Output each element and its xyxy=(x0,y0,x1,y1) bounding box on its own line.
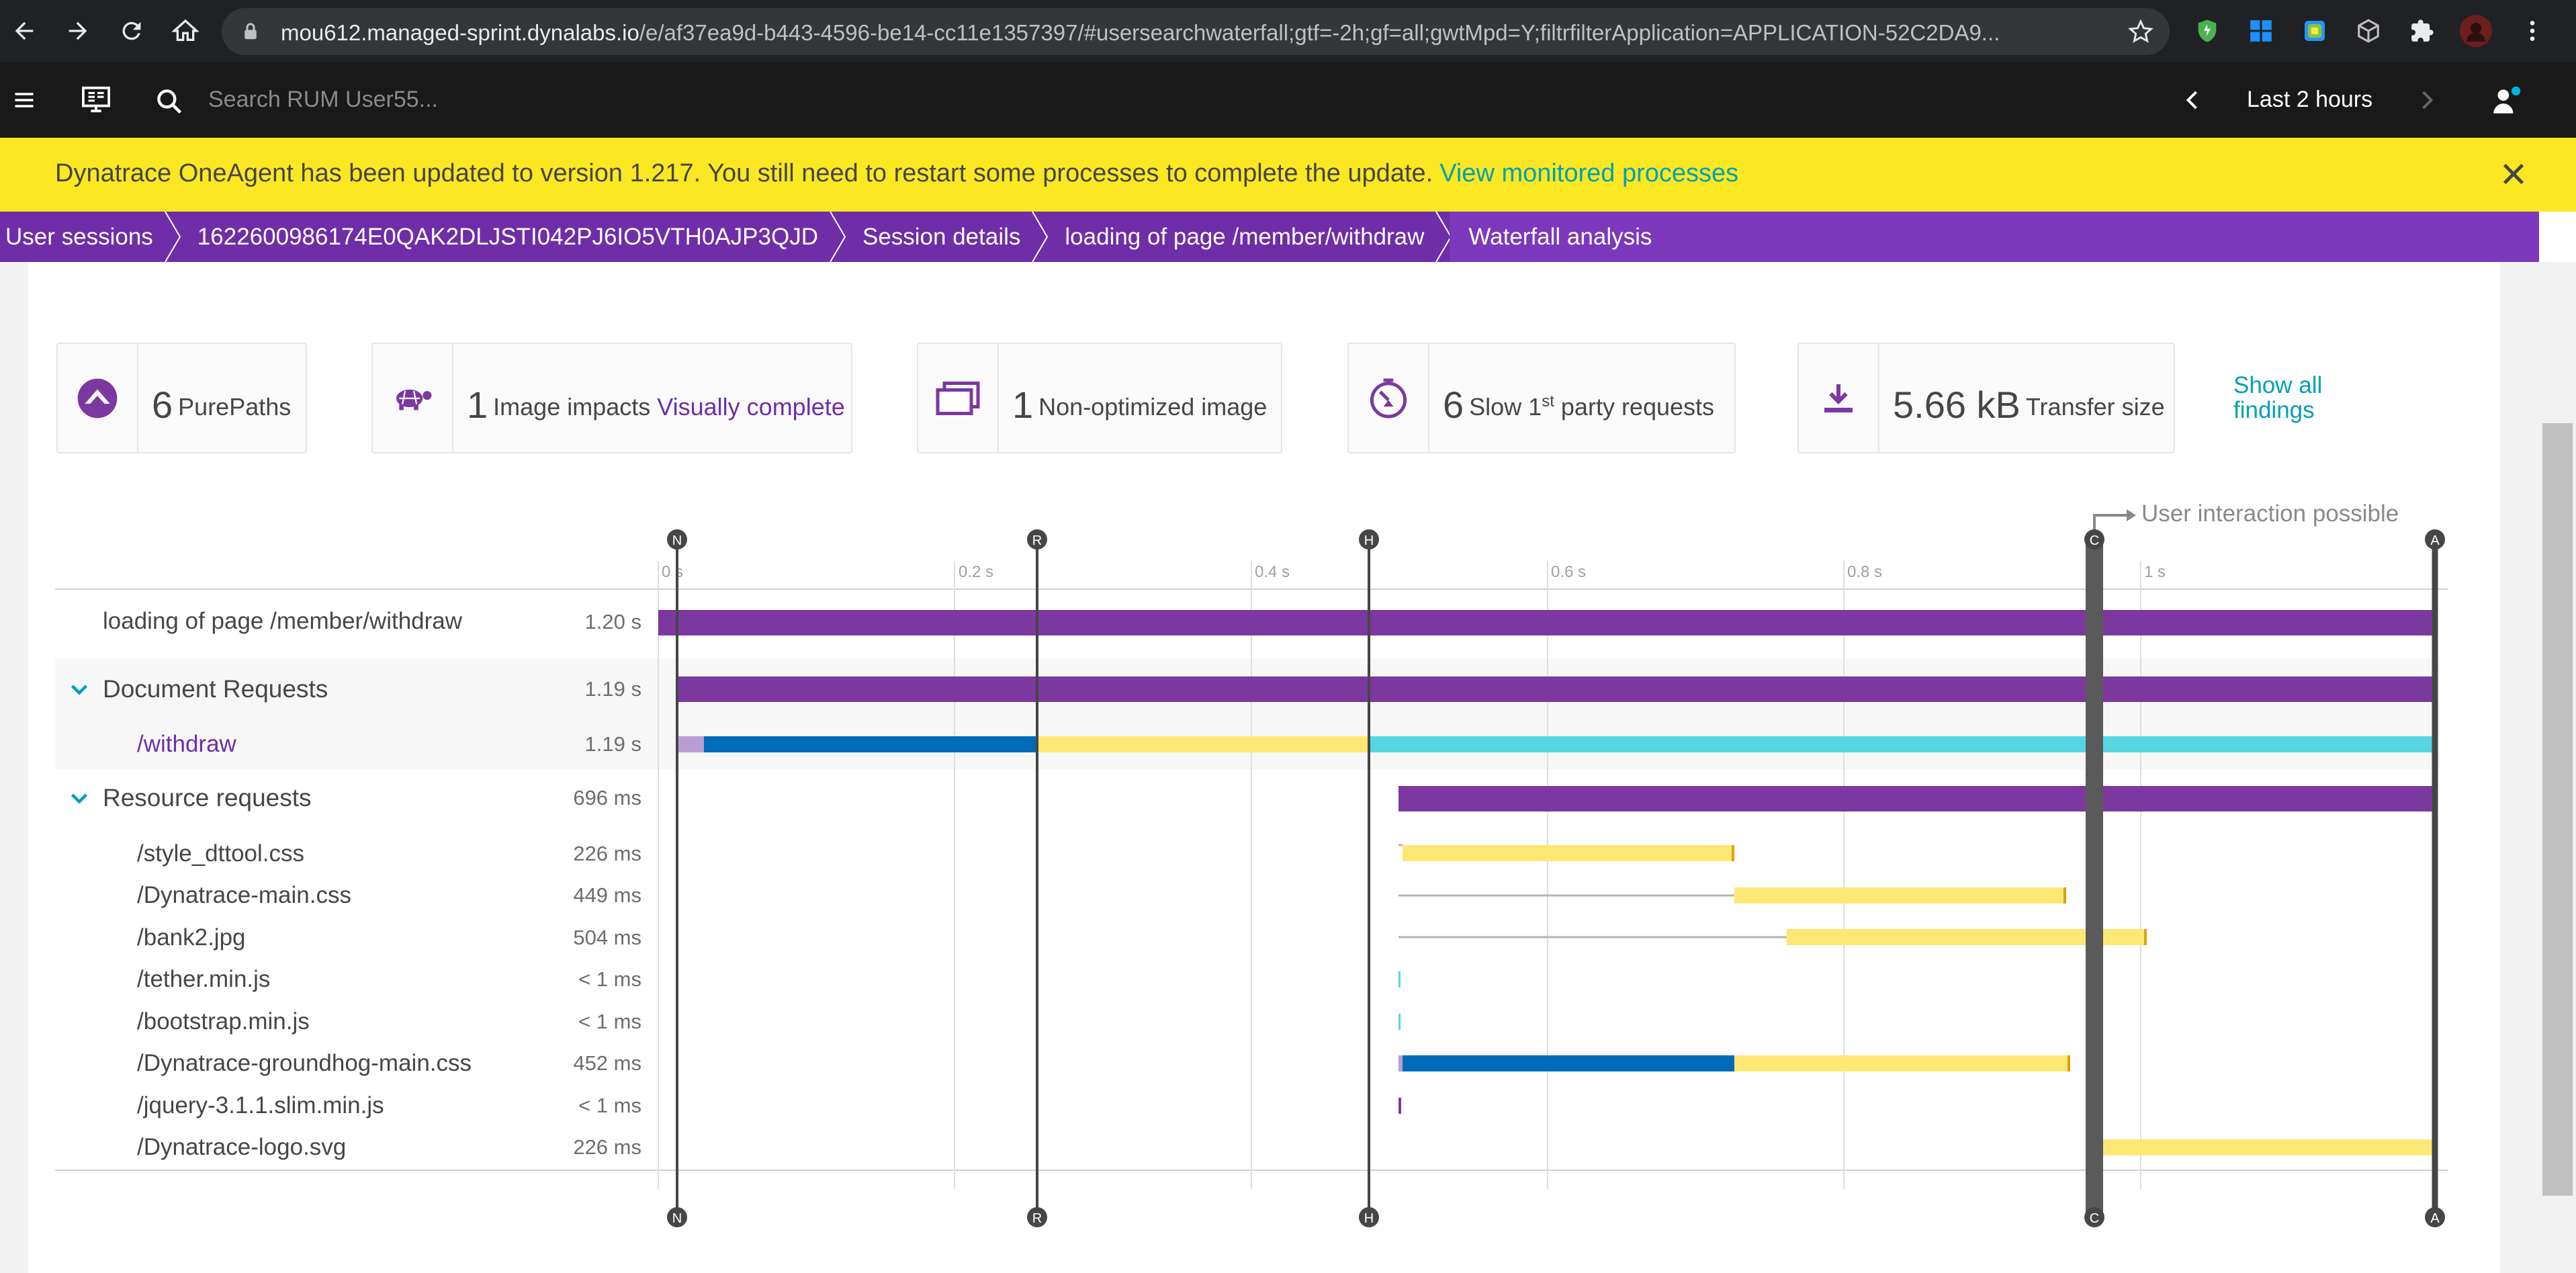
url-text: mou612.managed-sprint.dynalabs.io/e/af37… xyxy=(281,20,2000,45)
address-bar[interactable]: mou612.managed-sprint.dynalabs.io/e/af37… xyxy=(222,8,2170,55)
download-icon xyxy=(1799,344,1879,452)
tick-label: 0.4 s xyxy=(1255,563,1290,581)
profile-avatar-icon[interactable] xyxy=(2460,15,2492,47)
user-interaction-possible-label: User interaction possible xyxy=(2141,500,2399,527)
row-duration: 1.20 s xyxy=(584,610,641,633)
finding-card-non-optimized-image[interactable]: 1 Non-optimized image xyxy=(917,343,1282,453)
finding-card-slow-requests[interactable]: 6 Slow 1st party requests xyxy=(1347,343,1736,453)
row-label-withdraw-link[interactable]: /withdraw xyxy=(137,731,236,758)
purepath-icon xyxy=(58,344,138,452)
tick-label: 0.2 s xyxy=(959,563,994,581)
row-label-document-requests[interactable]: Document Requests xyxy=(103,675,328,703)
timeframe-previous-chevron-icon[interactable] xyxy=(2181,88,2205,116)
banner-message: Dynatrace OneAgent has been updated to v… xyxy=(55,159,1738,188)
banner-text: Dynatrace OneAgent has been updated to v… xyxy=(55,159,1433,187)
search-input[interactable]: Search RUM User55... xyxy=(208,87,438,113)
finding-text: 5.66 kB Transfer size xyxy=(1893,384,2165,426)
breadcrumb-session-id[interactable]: 1622600986174E0QAK2DLJSTI042PJ6IO5VTH0AJ… xyxy=(179,212,846,262)
row-duration: 449 ms xyxy=(573,883,641,907)
shield-extension-icon[interactable] xyxy=(2191,15,2223,47)
row-duration: < 1 ms xyxy=(578,1010,641,1033)
row-duration: 696 ms xyxy=(573,786,641,809)
reload-icon[interactable] xyxy=(113,12,150,50)
row-label-resource[interactable]: /bank2.jpg xyxy=(137,924,246,951)
close-icon[interactable] xyxy=(2500,161,2527,191)
windows-extension-icon[interactable] xyxy=(2245,15,2277,47)
stopwatch-icon xyxy=(1349,344,1429,452)
row-label-resource[interactable]: /Dynatrace-logo.svg xyxy=(137,1134,346,1161)
row-duration: 226 ms xyxy=(573,1135,641,1159)
breadcrumb: User sessions 1622600986174E0QAK2DLJSTI0… xyxy=(0,212,2539,262)
breadcrumb-label: loading of page /member/withdraw xyxy=(1065,224,1425,250)
finding-text: 6 PurePaths xyxy=(152,384,292,426)
collapse-chevron-down-icon[interactable] xyxy=(67,787,91,811)
row-duration: 1.19 s xyxy=(584,677,641,701)
finding-card-image-impacts[interactable]: 1 Image impacts Visually complete xyxy=(371,343,852,453)
home-icon[interactable] xyxy=(167,12,204,50)
forward-arrow-icon[interactable] xyxy=(59,12,97,50)
turtle-icon xyxy=(373,344,453,452)
finding-text: 6 Slow 1st party requests xyxy=(1443,384,1715,426)
visually-complete-link[interactable]: Visually complete xyxy=(657,393,844,421)
notification-banner: Dynatrace OneAgent has been updated to v… xyxy=(0,138,2576,212)
finding-card-transfer-size[interactable]: 5.66 kB Transfer size xyxy=(1797,343,2175,453)
colorful-extension-icon[interactable] xyxy=(2299,15,2331,47)
row-duration: < 1 ms xyxy=(578,967,641,991)
finding-text: 1 Non-optimized image xyxy=(1012,384,1268,426)
withdraw-row-bg xyxy=(55,719,2440,769)
row-label-resource[interactable]: /tether.min.js xyxy=(137,966,270,993)
dashboard-monitor-icon[interactable] xyxy=(81,85,112,117)
image-stack-icon xyxy=(918,344,999,452)
show-all-line-1: Show all xyxy=(2233,372,2323,398)
timeframe-selector[interactable]: Last 2 hours xyxy=(2247,87,2372,113)
tick-label: 0 s xyxy=(662,563,684,581)
puzzle-extensions-icon[interactable] xyxy=(2406,15,2438,47)
tick-label: 1 s xyxy=(2144,563,2166,581)
app-header: Search RUM User55... Last 2 hours xyxy=(0,62,2576,138)
user-profile-icon[interactable] xyxy=(2489,84,2523,121)
finding-card-purepaths[interactable]: 6 PurePaths xyxy=(56,343,307,453)
breadcrumb-label: User sessions xyxy=(5,224,153,250)
breadcrumb-page-load[interactable]: loading of page /member/withdraw xyxy=(1046,212,1452,262)
finding-text: 1 Image impacts Visually complete xyxy=(467,384,845,426)
row-label-resource[interactable]: /Dynatrace-groundhog-main.css xyxy=(137,1050,472,1077)
tick-label: 0.8 s xyxy=(1847,563,1883,581)
tick-label: 0.6 s xyxy=(1551,563,1587,581)
cube-extension-icon[interactable] xyxy=(2352,15,2385,47)
row-label-resource[interactable]: /Dynatrace-main.css xyxy=(137,882,351,909)
panel-gutter-right xyxy=(2500,262,2539,1273)
breadcrumb-label: Session details xyxy=(862,224,1021,250)
breadcrumb-label: Waterfall analysis xyxy=(1468,224,1652,250)
view-monitored-processes-link[interactable]: View monitored processes xyxy=(1439,159,1738,187)
breadcrumb-session-details[interactable]: Session details xyxy=(844,212,1049,262)
breadcrumb-user-sessions[interactable]: User sessions xyxy=(0,212,181,262)
scrollbar-thumb[interactable] xyxy=(2542,423,2573,1196)
panel-gutter-left xyxy=(0,262,28,1273)
search-icon[interactable] xyxy=(154,87,184,120)
timeframe-next-chevron-icon[interactable] xyxy=(2414,88,2438,116)
browser-menu-icon[interactable] xyxy=(2516,15,2548,47)
bookmark-star-icon[interactable] xyxy=(2128,19,2153,48)
breadcrumb-label: 1622600986174E0QAK2DLJSTI042PJ6IO5VTH0AJ… xyxy=(197,224,818,250)
document-requests-row-bg xyxy=(55,658,2440,719)
hamburger-menu-icon[interactable] xyxy=(12,88,36,116)
row-label-resource[interactable]: /bootstrap.min.js xyxy=(137,1008,310,1035)
browser-chrome: mou612.managed-sprint.dynalabs.io/e/af37… xyxy=(0,0,2576,62)
row-label-resource[interactable]: /jquery-3.1.1.slim.min.js xyxy=(137,1092,384,1119)
back-arrow-icon[interactable] xyxy=(5,12,43,50)
row-duration: < 1 ms xyxy=(578,1094,641,1117)
row-duration: 504 ms xyxy=(573,926,641,949)
show-all-findings-link[interactable]: Show all findings xyxy=(2233,373,2322,423)
show-all-line-2: findings xyxy=(2233,397,2315,423)
breadcrumb-waterfall-analysis: Waterfall analysis xyxy=(1450,212,2539,262)
row-label-resource-requests[interactable]: Resource requests xyxy=(103,784,312,812)
collapse-chevron-down-icon[interactable] xyxy=(67,678,91,702)
row-label-page-load: loading of page /member/withdraw xyxy=(103,608,463,634)
row-duration: 1.19 s xyxy=(584,732,641,756)
row-duration: 226 ms xyxy=(573,842,641,865)
row-duration: 452 ms xyxy=(573,1051,641,1075)
lock-icon[interactable] xyxy=(240,21,261,45)
row-label-resource[interactable]: /style_dttool.css xyxy=(137,840,304,867)
